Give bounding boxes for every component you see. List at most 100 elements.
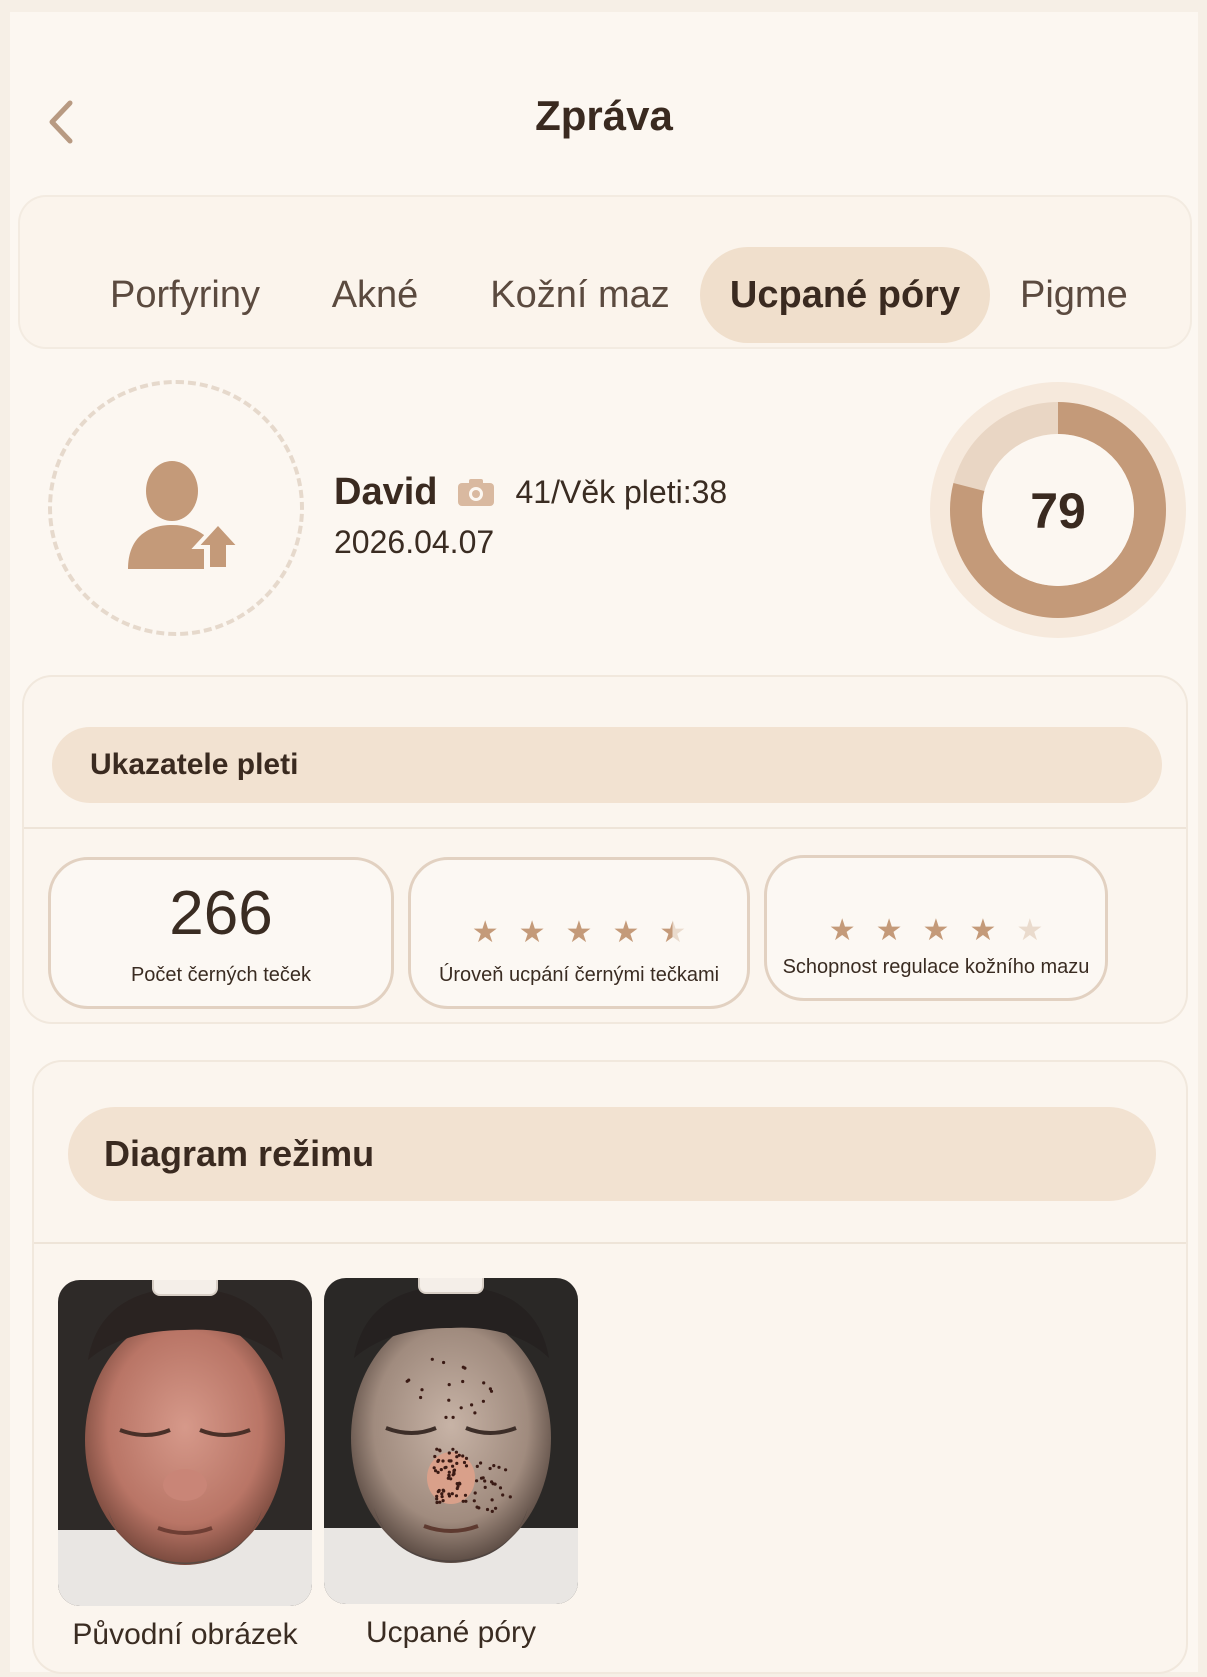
pore-dot xyxy=(492,1464,496,1468)
pore-dot xyxy=(473,1491,477,1495)
pore-dot xyxy=(483,1479,487,1483)
star-icon: ★ xyxy=(1016,914,1044,947)
pore-dot xyxy=(435,1500,439,1505)
divider xyxy=(24,827,1186,829)
tab-porfyriny[interactable]: Porfyriny xyxy=(90,247,280,343)
star-icon: ★ xyxy=(518,916,546,949)
pore-dot xyxy=(459,1406,463,1410)
photo-notch xyxy=(418,1278,484,1294)
pore-dot xyxy=(508,1495,512,1499)
indicator-label: Počet černých teček xyxy=(130,964,312,986)
pore-dot xyxy=(435,1497,439,1501)
category-tabs: Porfyriny Akné Kožní maz Ucpané póry Pig… xyxy=(20,197,1190,347)
pore-dot xyxy=(434,1469,438,1473)
pore-dot xyxy=(475,1479,479,1483)
star-icon: ★ xyxy=(875,914,903,947)
pore-dot xyxy=(438,1448,442,1452)
section-title: Ukazatele pleti xyxy=(52,727,1162,803)
camera-icon[interactable] xyxy=(457,477,495,507)
pore-dot xyxy=(441,1499,445,1503)
pore-dot xyxy=(446,1476,450,1480)
face-image-pores xyxy=(324,1278,578,1604)
pore-dot xyxy=(493,1482,497,1486)
user-name: David xyxy=(334,470,438,513)
diagram-card: Diagram režimu Původní obrázek Ucpané pó… xyxy=(34,1062,1186,1672)
header: Zpráva xyxy=(10,12,1198,202)
indicator-label: Schopnost regulace kožního mazu xyxy=(782,956,1090,978)
pore-dot xyxy=(479,1461,483,1465)
pore-dot xyxy=(439,1468,443,1472)
pore-dot xyxy=(470,1403,474,1407)
star-icon: ★ xyxy=(828,914,856,947)
star-icon: ★ xyxy=(922,914,950,947)
pore-dot xyxy=(498,1486,503,1490)
pore-dot xyxy=(455,1461,459,1465)
pore-dot xyxy=(504,1468,508,1472)
pore-dot xyxy=(472,1499,476,1503)
pore-dot xyxy=(447,1451,451,1455)
pore-dot xyxy=(461,1454,465,1458)
pore-dot xyxy=(490,1509,494,1513)
indicator-sebum-regulation[interactable]: ★ ★ ★ ★ ★ Schopnost regulace kožního mazu xyxy=(764,855,1108,1001)
original-photo[interactable] xyxy=(58,1280,312,1606)
tab-akne[interactable]: Akné xyxy=(320,247,430,343)
pore-dot xyxy=(485,1507,490,1512)
user-age: 41/Věk pleti:38 xyxy=(515,473,728,510)
star-icon: ★ xyxy=(471,916,499,949)
star-icon: ★ xyxy=(969,914,997,947)
tab-kozni-maz[interactable]: Kožní maz xyxy=(475,247,685,343)
pore-dot xyxy=(447,1383,451,1387)
pore-dot xyxy=(463,1493,468,1497)
pore-dot xyxy=(488,1466,492,1471)
avatar-upload[interactable] xyxy=(48,380,304,636)
pore-dot xyxy=(420,1388,424,1392)
pore-dot xyxy=(497,1465,501,1469)
pore-dot xyxy=(483,1485,487,1489)
pore-dot xyxy=(461,1379,465,1384)
pore-dot xyxy=(481,1399,485,1403)
star-rating: ★ ★ ★ ★ ★ xyxy=(767,916,1105,946)
pore-dot xyxy=(437,1458,441,1462)
pore-dot xyxy=(463,1366,467,1370)
report-page: Zpráva Porfyriny Akné Kožní maz Ucpané p… xyxy=(10,12,1198,1672)
pore-dot xyxy=(482,1381,486,1385)
pore-dot xyxy=(452,1472,456,1476)
pore-dot xyxy=(441,1488,445,1492)
skin-indicators-card: Ukazatele pleti 266 Počet černých teček … xyxy=(24,677,1186,1022)
photo-caption: Původní obrázek xyxy=(72,1618,298,1651)
pore-dot xyxy=(451,1464,455,1468)
pore-dot xyxy=(442,1360,446,1365)
tab-ucpane-pory[interactable]: Ucpané póry xyxy=(700,247,990,343)
star-icon: ★ xyxy=(659,916,687,949)
report-date: 2026.04.07 xyxy=(334,524,495,560)
indicator-blackhead-count[interactable]: 266 Počet černých teček xyxy=(48,857,394,1009)
pore-dot xyxy=(479,1476,484,1480)
pore-dot xyxy=(440,1495,444,1499)
pore-dot xyxy=(432,1466,436,1470)
pore-dot xyxy=(405,1379,409,1383)
pore-dot xyxy=(451,1447,455,1451)
pore-dot xyxy=(494,1506,498,1510)
pore-dot xyxy=(447,1473,451,1477)
tab-pigmentace[interactable]: Pigme xyxy=(1020,247,1190,343)
user-upload-icon xyxy=(128,461,242,571)
pore-dot xyxy=(475,1464,479,1468)
indicator-clog-level[interactable]: ★ ★ ★ ★ ★ Úroveň ucpání černými tečkami xyxy=(408,857,750,1009)
indicator-label: Úroveň ucpání černými tečkami xyxy=(438,964,720,986)
pore-dot xyxy=(441,1459,445,1463)
section-title: Diagram režimu xyxy=(68,1107,1156,1201)
photo-caption: Ucpané póry xyxy=(365,1616,537,1649)
pore-dot xyxy=(501,1493,505,1497)
pore-dot xyxy=(444,1415,448,1419)
star-icon: ★ xyxy=(565,916,593,949)
pore-dot xyxy=(488,1387,492,1391)
pore-dot xyxy=(419,1395,423,1400)
pore-dot xyxy=(464,1464,469,1468)
pore-dot xyxy=(443,1466,447,1470)
pore-dot xyxy=(454,1450,458,1454)
pore-dot xyxy=(477,1506,481,1510)
pore-dot xyxy=(438,1500,442,1504)
pore-dot xyxy=(454,1494,459,1498)
clogged-pores-photo[interactable] xyxy=(324,1278,578,1604)
score-value: 79 xyxy=(1030,483,1086,539)
